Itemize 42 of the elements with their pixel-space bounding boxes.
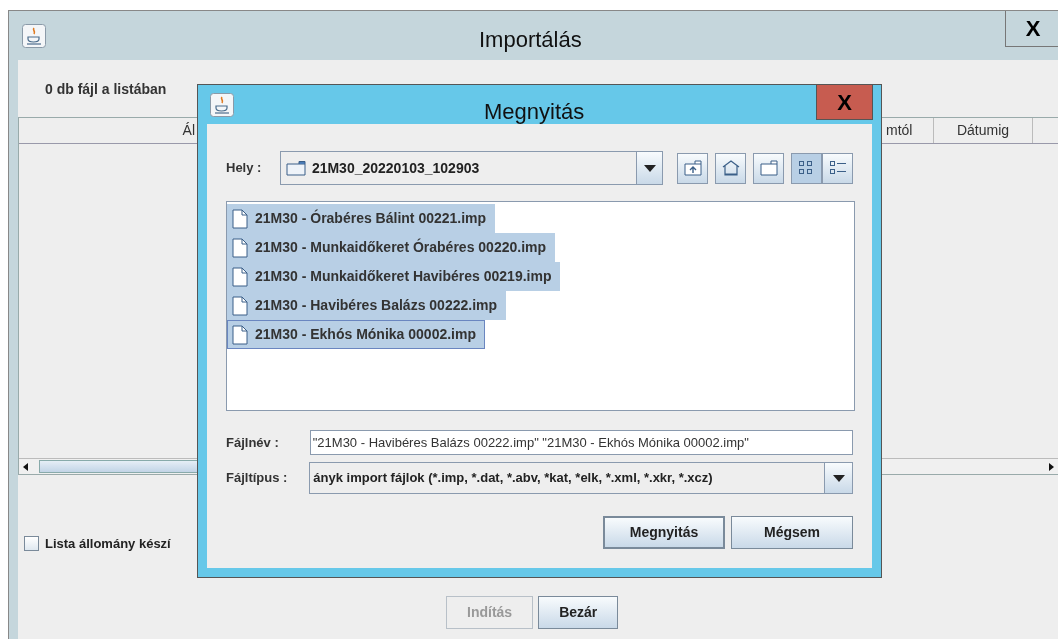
action-button[interactable]: Bezár xyxy=(538,595,619,629)
file-icon xyxy=(232,266,248,287)
caret-down-icon xyxy=(643,164,656,172)
details-view-icon xyxy=(828,160,847,176)
file-icon xyxy=(232,324,248,345)
column-header[interactable]: Dátumig xyxy=(934,118,1033,143)
file-icon xyxy=(232,295,248,316)
java-cup-icon xyxy=(22,23,46,48)
file-item[interactable]: 21M30 - Órabéres Bálint 00221.imp xyxy=(227,204,496,233)
file-icon xyxy=(232,237,248,258)
dialog-button[interactable]: Mégsem xyxy=(731,516,853,549)
file-type-dropdown[interactable]: ányk import fájlok (*.imp, *.dat, *.abv, *kat, *elk, *.xml, *.xkr, *.xcz) xyxy=(309,462,853,494)
folder-icon xyxy=(759,160,778,176)
file-item[interactable]: 21M30 - Ekhós Mónika 00002.imp xyxy=(227,320,485,349)
location-label: Hely : xyxy=(226,159,263,178)
java-cup-icon xyxy=(210,92,234,117)
folder-icon xyxy=(285,160,306,176)
file-item[interactable]: 21M30 - Havibéres Balázs 00222.imp xyxy=(227,291,507,320)
toolbar-button[interactable] xyxy=(791,152,822,184)
location-dropdown[interactable]: 21M30_20220103_102903 xyxy=(279,151,663,185)
close-button[interactable]: X xyxy=(1005,11,1058,47)
file-name-label: Fájlnév : xyxy=(226,433,280,452)
dialog-button[interactable]: Megnyitás xyxy=(603,516,725,549)
toolbar-button[interactable] xyxy=(677,152,708,184)
file-count-label: 0 db fájl a listában xyxy=(45,80,167,99)
file-type-value: ányk import fájlok (*.imp, *.dat, *.abv, *kat, *elk, *.xml, *.xkr, *.xcz) xyxy=(312,469,714,488)
file-name-field[interactable]: "21M30 - Havibéres Balázs 00222.imp" "21M30 - Ekhós Mónika 00002.imp" xyxy=(309,430,853,455)
toolbar-button[interactable] xyxy=(715,152,746,184)
home-icon xyxy=(721,160,740,176)
window-title: Importálás xyxy=(479,26,582,54)
file-item[interactable]: 21M30 - Munkaidőkeret Órabéres 00220.imp xyxy=(227,233,556,262)
checkbox[interactable] xyxy=(24,536,39,552)
folder-up-icon xyxy=(683,160,702,176)
file-type-label: Fájltípus : xyxy=(226,469,289,488)
location-value: 21M30_20220103_102903 xyxy=(311,158,480,178)
close-button[interactable]: X xyxy=(816,85,873,120)
toolbar-button[interactable] xyxy=(753,152,784,184)
file-item[interactable]: 21M30 - Munkaidőkeret Havibéres 00219.imp xyxy=(227,262,561,291)
file-icon xyxy=(232,208,248,229)
toolbar-button[interactable] xyxy=(822,152,853,184)
dialog-title: Megnyitás xyxy=(484,98,585,126)
checkbox-label: Lista állomány készí xyxy=(45,535,171,553)
